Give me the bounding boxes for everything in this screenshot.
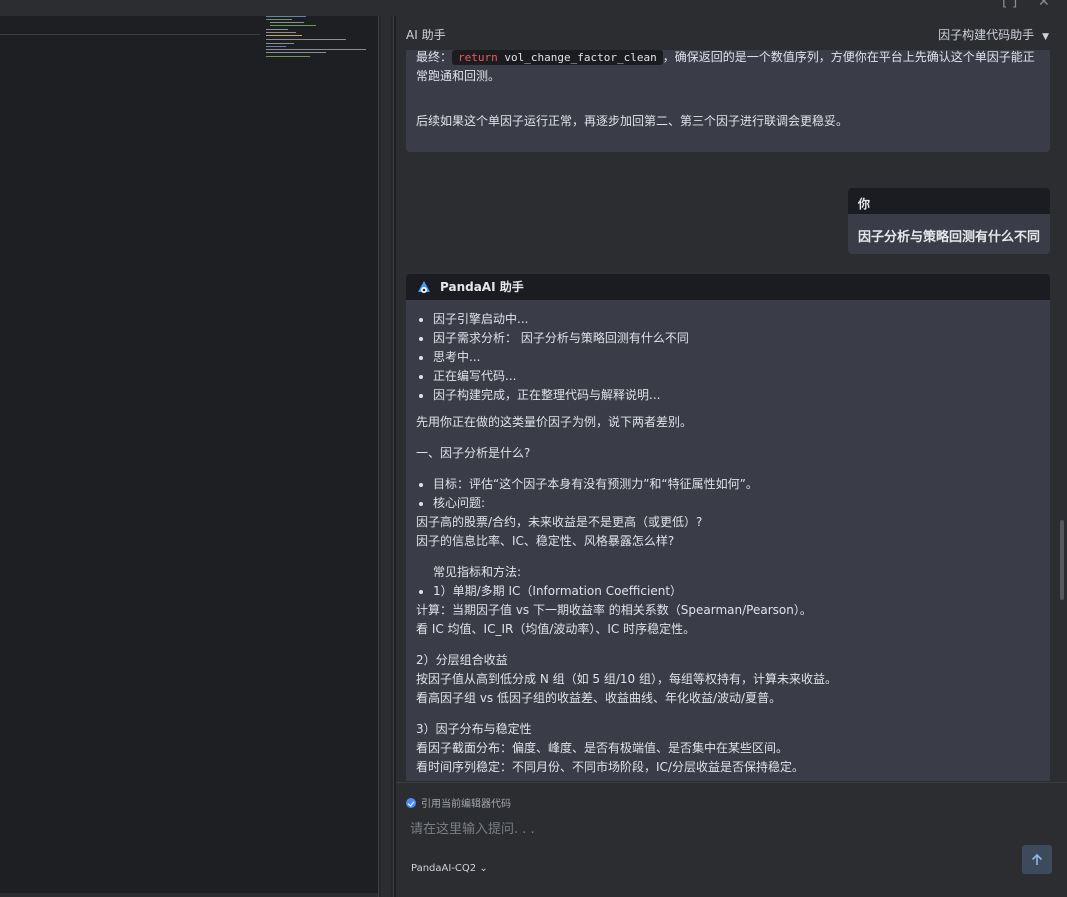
ic-detail: 看 IC 均值、IC_IR（均值/波动率）、IC 时序稳定性。	[416, 622, 696, 636]
chat-scrollbar[interactable]	[1058, 50, 1066, 781]
status-strip	[0, 893, 380, 897]
ai-chat-panel: AI 助手 因子构建代码助手 ▼ 最终： return vol_change_fac…	[396, 16, 1067, 897]
ai-message-header: PandaAI 助手	[406, 274, 1050, 300]
cite-editor-code-toggle[interactable]: 引用当前编辑器代码	[406, 795, 511, 810]
minimap-line	[270, 25, 316, 26]
arrow-up-icon	[1031, 853, 1043, 865]
panda-logo-icon	[418, 281, 430, 293]
final-line: 最终： return vol_change_factor_clean ，确保返回的是…	[416, 50, 1040, 86]
chevron-down-icon: ⌄	[479, 863, 488, 874]
editor-minimap[interactable]	[262, 16, 380, 66]
minimap-line	[266, 46, 286, 47]
ic-item: 1）单期/多期 IC（Information Coefficient）	[416, 582, 1040, 601]
status-item: 因子构建完成，正在整理代码与解释说明...	[416, 386, 1040, 405]
goal-list: 目标：评估“这个因子本身有没有预测力”和“特征属性如何”。 核心问题:	[416, 475, 1040, 513]
layer-detail: 看高因子组 vs 低因子组的收益差、收益曲线、年化收益/波动/夏普。	[416, 691, 782, 705]
cite-label: 引用当前编辑器代码	[421, 799, 511, 810]
distribution-detail: 看时间序列稳定：不同月份、不同市场阶段，IC/分层收益是否保持稳定。	[416, 760, 804, 774]
status-list: 因子引擎启动中... 因子需求分析： 因子分析与策略回测有什么不同 思考中...…	[416, 310, 1040, 405]
intro-text: 先用你正在做的这类量价因子为例，说下两者差别。	[416, 415, 693, 429]
minimap-line	[266, 49, 366, 50]
user-message-text: 因子分析与策略回测有什么不同	[858, 230, 1041, 245]
prompt-input[interactable]	[410, 818, 1010, 840]
ic-detail: 计算：当期因子值 vs 下一期收益率 的相关系数（Spearman/Pearso…	[416, 603, 812, 617]
followup-text: 后续如果这个单因子运行正常，再逐步加回第二、第三个因子进行联调会更稳妥。	[416, 114, 849, 128]
ai-message-body: 因子引擎启动中... 因子需求分析： 因子分析与策略回测有什么不同 思考中...…	[406, 300, 1050, 777]
mode-select-label: 因子构建代码助手	[938, 28, 1035, 42]
inline-code: return vol_change_factor_clean	[452, 50, 663, 65]
layer-detail: 按因子值从高到低分成 N 组（如 5 组/10 组），每组等权持有，计算未来收益…	[416, 672, 837, 686]
minimap-line	[266, 52, 326, 53]
status-item: 因子引擎启动中...	[416, 310, 1040, 329]
core-question: 因子高的股票/合约，未来收益是不是更高（或更低）?	[416, 515, 703, 529]
maximize-icon[interactable]: [ ]	[1002, 0, 1017, 10]
user-message-sender: 你	[848, 188, 1050, 214]
layer-title: 2）分层组合收益	[416, 653, 508, 667]
code-keyword: return	[458, 51, 498, 64]
distribution-title: 3）因子分布与稳定性	[416, 722, 532, 736]
section-title: 一、因子分析是什么?	[416, 446, 531, 460]
user-message: 你 因子分析与策略回测有什么不同	[848, 188, 1050, 254]
code-expression: vol_change_factor_clean	[497, 51, 657, 64]
ai-message: PandaAI 助手 因子引擎启动中... 因子需求分析： 因子分析与策略回测有…	[406, 274, 1050, 781]
model-select[interactable]: PandaAI-CQ2 ⌄	[411, 863, 488, 874]
minimap-line	[266, 32, 296, 33]
minimap-line	[266, 35, 302, 36]
close-icon[interactable]: ✕	[1038, 0, 1050, 10]
final-suffix-line2: 常跑通和回测。	[416, 69, 501, 83]
minimap-line	[266, 16, 306, 17]
chat-title: AI 助手	[406, 28, 446, 42]
chat-header: AI 助手 因子构建代码助手 ▼	[396, 16, 1067, 50]
pane-splitter[interactable]	[378, 16, 394, 897]
splitter-handle[interactable]	[381, 16, 391, 897]
distribution-detail: 看因子截面分布：偏度、峰度、是否有极端值、是否集中在某些区间。	[416, 741, 789, 755]
send-button[interactable]	[1022, 845, 1052, 874]
previous-ai-message: 最终： return vol_change_factor_clean ，确保返回的是…	[406, 50, 1050, 152]
chevron-down-icon: ▼	[1042, 32, 1049, 42]
chat-input-area: 引用当前编辑器代码 PandaAI-CQ2 ⌄	[396, 782, 1067, 897]
minimap-line	[266, 39, 346, 40]
title-bar: [ ] ✕	[0, 0, 1067, 16]
final-prefix: 最终：	[416, 50, 453, 64]
ai-message-sender: PandaAI 助手	[440, 279, 524, 294]
methods-title: 常见指标和方法:	[433, 565, 522, 579]
minimap-line	[266, 43, 294, 44]
minimap-line	[266, 56, 310, 57]
ic-list: 1）单期/多期 IC（Information Coefficient）	[416, 582, 1040, 601]
final-suffix: ，确保返回的是一个数值序列，方便你在平台上先确认这个单因子能正	[662, 50, 1035, 64]
scrollbar-thumb[interactable]	[1060, 520, 1064, 600]
code-editor[interactable]	[0, 16, 380, 897]
minimap-line	[270, 22, 304, 23]
check-circle-icon	[406, 797, 416, 808]
minimap-line	[266, 19, 292, 20]
minimap-line	[266, 29, 288, 30]
core-item: 核心问题:	[416, 494, 1040, 513]
core-question: 因子的信息比率、IC、稳定性、风格暴露怎么样?	[416, 534, 675, 548]
status-item: 思考中...	[416, 348, 1040, 367]
status-item: 因子需求分析： 因子分析与策略回测有什么不同	[416, 329, 1040, 348]
goal-item: 目标：评估“这个因子本身有没有预测力”和“特征属性如何”。	[416, 475, 1040, 494]
message-list[interactable]: 最终： return vol_change_factor_clean ，确保返回的是…	[406, 50, 1050, 781]
editor-divider	[0, 34, 260, 35]
status-item: 正在编写代码...	[416, 367, 1040, 386]
mode-select[interactable]: 因子构建代码助手 ▼	[938, 26, 1049, 43]
model-select-label: PandaAI-CQ2	[411, 863, 477, 874]
